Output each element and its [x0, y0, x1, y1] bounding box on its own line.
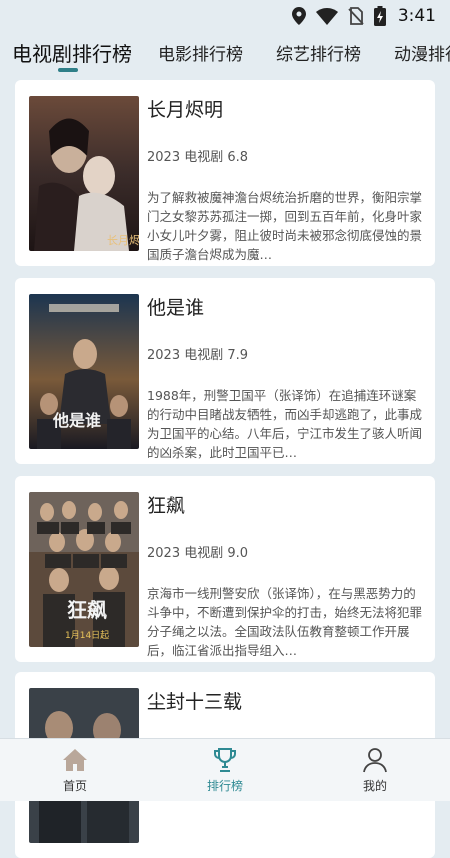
item-title: 他是谁	[147, 297, 205, 319]
item-description: 京海市一线刑警安欣（张译饰），在与黑恶势力的斗争中，不断遭到保护伞的打击，始终无…	[147, 586, 423, 658]
item-title: 尘封十三载	[147, 691, 243, 713]
poster-art: 他是谁	[29, 294, 139, 449]
list-item[interactable]: 狂飙 1月14日起 狂飙 2023 电视剧 9.0 京海市一线刑警安欣（张译饰）…	[15, 476, 435, 662]
active-tab-indicator	[58, 68, 78, 72]
svg-text:狂飙: 狂飙	[67, 598, 107, 622]
nav-label-profile: 我的	[362, 779, 387, 793]
tab-tv-ranking[interactable]: 电视剧排行榜	[12, 38, 132, 67]
item-meta: 2023 电视剧 6.8	[147, 150, 249, 165]
svg-text:他是谁: 他是谁	[52, 411, 101, 430]
tab-variety-ranking[interactable]: 综艺排行榜	[276, 40, 361, 65]
bottom-navigation: 首页 排行榜 我的	[0, 738, 450, 801]
battery-charging-icon	[373, 6, 386, 26]
list-item[interactable]: 他是谁 他是谁 2023 电视剧 7.9 1988年，刑警卫国平（张译饰）在追捕…	[15, 278, 435, 464]
no-sim-icon	[348, 7, 364, 25]
svg-text:长月烬明: 长月烬明	[107, 234, 139, 247]
status-time: 3:41	[397, 6, 436, 26]
status-bar: 3:41	[0, 0, 450, 32]
item-title: 长月烬明	[147, 99, 224, 121]
poster-art: 狂飙 1月14日起	[29, 492, 139, 647]
poster-image: 狂飙 1月14日起	[29, 492, 139, 647]
poster-art: 长月烬明	[29, 96, 139, 251]
nav-ranking[interactable]: 排行榜	[150, 739, 300, 801]
trophy-icon	[214, 748, 236, 772]
home-icon	[63, 749, 87, 771]
item-description: 1988年，刑警卫国平（张译饰）在追捕连环谜案的行动中目睹战友牺牲，而凶手却逃跑…	[147, 388, 423, 460]
nav-home[interactable]: 首页	[0, 739, 150, 801]
user-icon	[363, 748, 387, 773]
category-tabs: 电视剧排行榜 电影排行榜 综艺排行榜 动漫排行	[0, 34, 450, 74]
item-meta: 2023 电视剧 7.9	[147, 348, 249, 363]
location-icon	[291, 7, 306, 25]
nav-label-ranking: 排行榜	[206, 779, 243, 793]
svg-text:1月14日起: 1月14日起	[65, 630, 109, 641]
item-title: 狂飙	[147, 495, 186, 517]
tab-movie-ranking[interactable]: 电影排行榜	[158, 40, 243, 65]
item-meta: 2023 电视剧 9.0	[147, 546, 249, 561]
nav-label-home: 首页	[62, 779, 87, 793]
nav-profile[interactable]: 我的	[300, 739, 450, 801]
list-item[interactable]: 长月烬明 长月烬明 2023 电视剧 6.8 为了解救被魔神澹台烬统治折磨的世界…	[15, 80, 435, 266]
tab-anime-ranking[interactable]: 动漫排行	[394, 40, 450, 65]
poster-image: 长月烬明	[29, 96, 139, 251]
item-description: 为了解救被魔神澹台烬统治折磨的世界，衡阳宗掌门之女黎苏苏孤注一掷，回到五百年前，…	[147, 190, 423, 262]
wifi-icon	[315, 7, 338, 25]
poster-image: 他是谁	[29, 294, 139, 449]
